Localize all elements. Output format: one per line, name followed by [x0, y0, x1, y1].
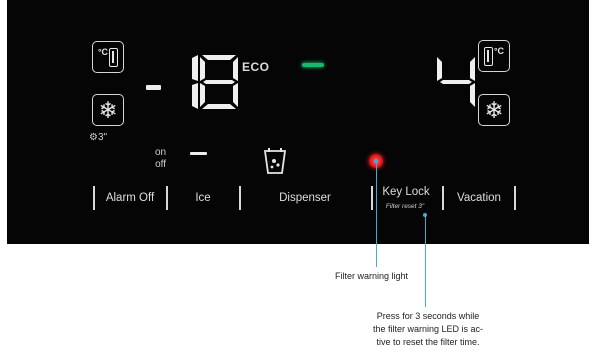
alarm-off-button[interactable]: Alarm Off [106, 192, 154, 204]
ice-on-off-label: on off [155, 147, 167, 170]
eco-label: ECO [242, 60, 270, 74]
fridge-temp-icon[interactable]: °C [478, 40, 510, 72]
minus-sign [146, 85, 161, 90]
digit-8 [200, 55, 238, 109]
dispenser-icon [263, 148, 287, 174]
celsius-icon: °C [97, 47, 109, 57]
callout-line-led [376, 161, 377, 267]
vacation-button[interactable]: Vacation [457, 192, 501, 204]
fridge-temp-display [437, 57, 475, 107]
snowflake-icon: ❄ [98, 96, 118, 123]
key-lock-button[interactable]: Key Lock [382, 186, 429, 198]
freezer-snowflake-icon[interactable]: ❄ [92, 94, 124, 126]
power-freeze-icon: ⚙3" [89, 132, 108, 143]
filter-reset-caption: Press for 3 seconds while the filter war… [372, 311, 484, 347]
filter-reset-sublabel: Filter reset 3" [385, 203, 425, 210]
digit-1 [192, 55, 198, 109]
snowflake-icon: ❄ [484, 96, 504, 123]
dispenser-button[interactable]: Dispenser [279, 192, 331, 204]
ice-button[interactable]: Ice [195, 192, 210, 204]
eco-indicator [302, 63, 324, 67]
filter-warning-caption: Filter warning light [335, 271, 409, 281]
freezer-temp-icon[interactable]: °C [92, 41, 124, 73]
celsius-icon: °C [493, 46, 505, 56]
callout-line-keylock [425, 215, 426, 307]
fridge-snowflake-icon[interactable]: ❄ [478, 94, 510, 126]
ice-status-dash [190, 152, 207, 155]
